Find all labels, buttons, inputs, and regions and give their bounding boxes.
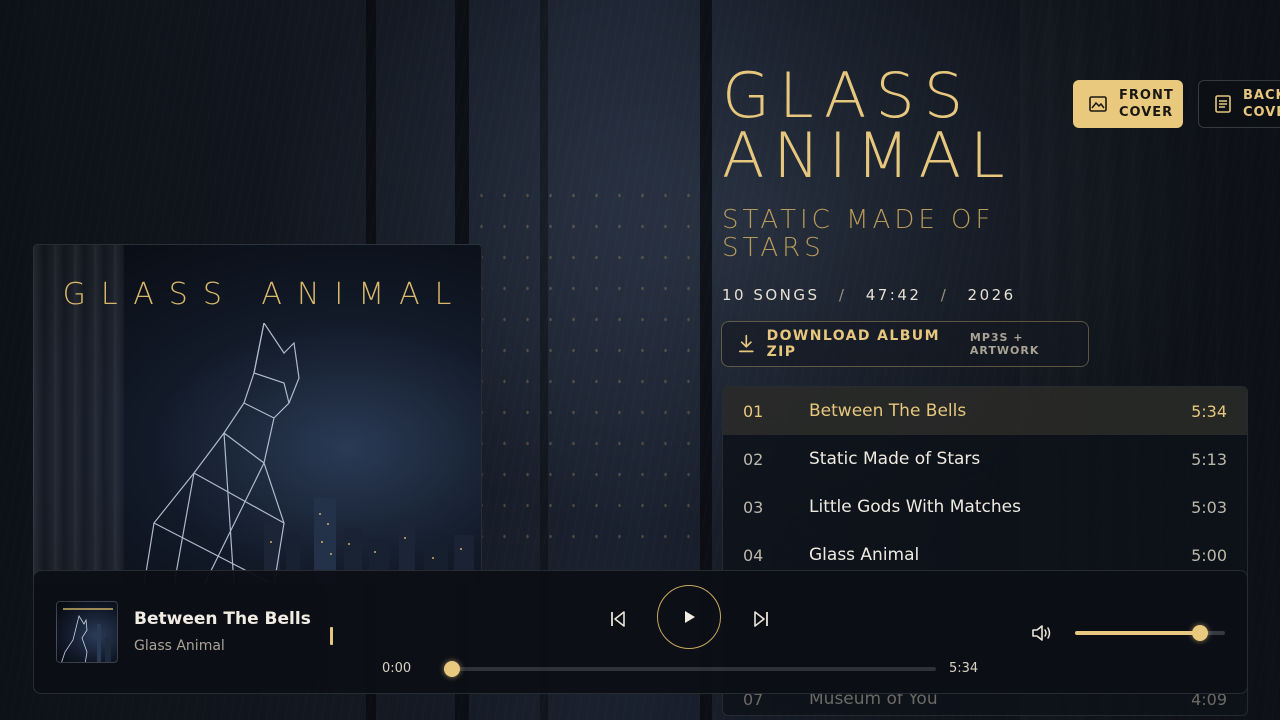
mute-button[interactable]: [1030, 621, 1054, 645]
album-meta: 10 SONGS / 47:42 / 2026: [722, 286, 1016, 304]
download-label: DOWNLOAD ALBUM ZIP: [766, 328, 940, 360]
download-sublabel: MP3S + ARTWORK: [969, 331, 1040, 357]
album-year: 2026: [967, 286, 1016, 304]
download-album-button[interactable]: DOWNLOAD ALBUM ZIP MP3S + ARTWORK: [721, 321, 1089, 367]
meta-separator: /: [838, 286, 847, 304]
document-icon: [1215, 95, 1231, 113]
skip-next-icon: [754, 611, 768, 627]
track-number: 02: [743, 449, 764, 469]
album-duration: 47:42: [865, 286, 922, 304]
playing-indicator: [330, 627, 333, 645]
track-title: Little Gods With Matches: [809, 497, 1021, 517]
song-count: 10 SONGS: [722, 286, 820, 304]
play-button[interactable]: [657, 585, 721, 649]
now-playing-title: Between The Bells: [134, 609, 311, 629]
volume-slider[interactable]: [1075, 625, 1225, 641]
cover-title: GLASS ANIMAL: [62, 277, 467, 312]
track-duration: 5:00: [1191, 545, 1227, 565]
front-cover-button[interactable]: FRONT COVER: [1073, 80, 1183, 128]
volume-icon: [1032, 625, 1051, 641]
album-cover-art: GLASS ANIMAL: [33, 244, 482, 584]
volume-handle[interactable]: [1191, 625, 1208, 641]
track-row[interactable]: 02 Static Made of Stars 5:13: [723, 435, 1247, 483]
track-number: 03: [743, 497, 764, 517]
download-icon: [739, 334, 754, 353]
track-row[interactable]: 03 Little Gods With Matches 5:03: [723, 483, 1247, 531]
track-title: Between The Bells: [809, 401, 967, 421]
front-cover-label: FRONT COVER: [1119, 88, 1174, 120]
track-title: Static Made of Stars: [809, 449, 981, 469]
play-icon: [685, 611, 695, 623]
next-button[interactable]: [747, 605, 775, 633]
track-title: Glass Animal: [809, 545, 920, 565]
now-playing-thumbnail[interactable]: [56, 601, 118, 663]
now-playing-artist: Glass Animal: [134, 638, 225, 654]
volume-fill: [1075, 631, 1200, 635]
track-duration: 5:34: [1191, 401, 1227, 421]
progress-bar[interactable]: [444, 661, 936, 677]
album-title: GLASS ANIMAL: [722, 59, 1014, 192]
glass-cat-illustration: [143, 323, 300, 583]
progress-handle[interactable]: [444, 661, 460, 677]
back-cover-button[interactable]: BACK COVER: [1198, 80, 1280, 128]
back-cover-label: BACK COVER: [1243, 88, 1280, 120]
meta-separator: /: [940, 286, 949, 304]
track-number: 04: [743, 545, 764, 565]
album-subtitle: STATIC MADE OF STARS: [722, 205, 995, 263]
total-time: 5:34: [949, 661, 979, 676]
track-number: 01: [743, 401, 764, 421]
track-duration: 5:13: [1191, 449, 1227, 469]
image-icon: [1089, 96, 1107, 112]
track-duration: 5:03: [1191, 497, 1227, 517]
skip-previous-icon: [611, 611, 625, 627]
track-row[interactable]: 01 Between The Bells 5:34: [723, 387, 1247, 435]
player-bar: Between The Bells Glass Animal 0:00 5:34: [33, 570, 1248, 694]
previous-button[interactable]: [604, 605, 632, 633]
elapsed-time: 0:00: [382, 661, 412, 676]
thumbnail-art: [61, 608, 113, 662]
